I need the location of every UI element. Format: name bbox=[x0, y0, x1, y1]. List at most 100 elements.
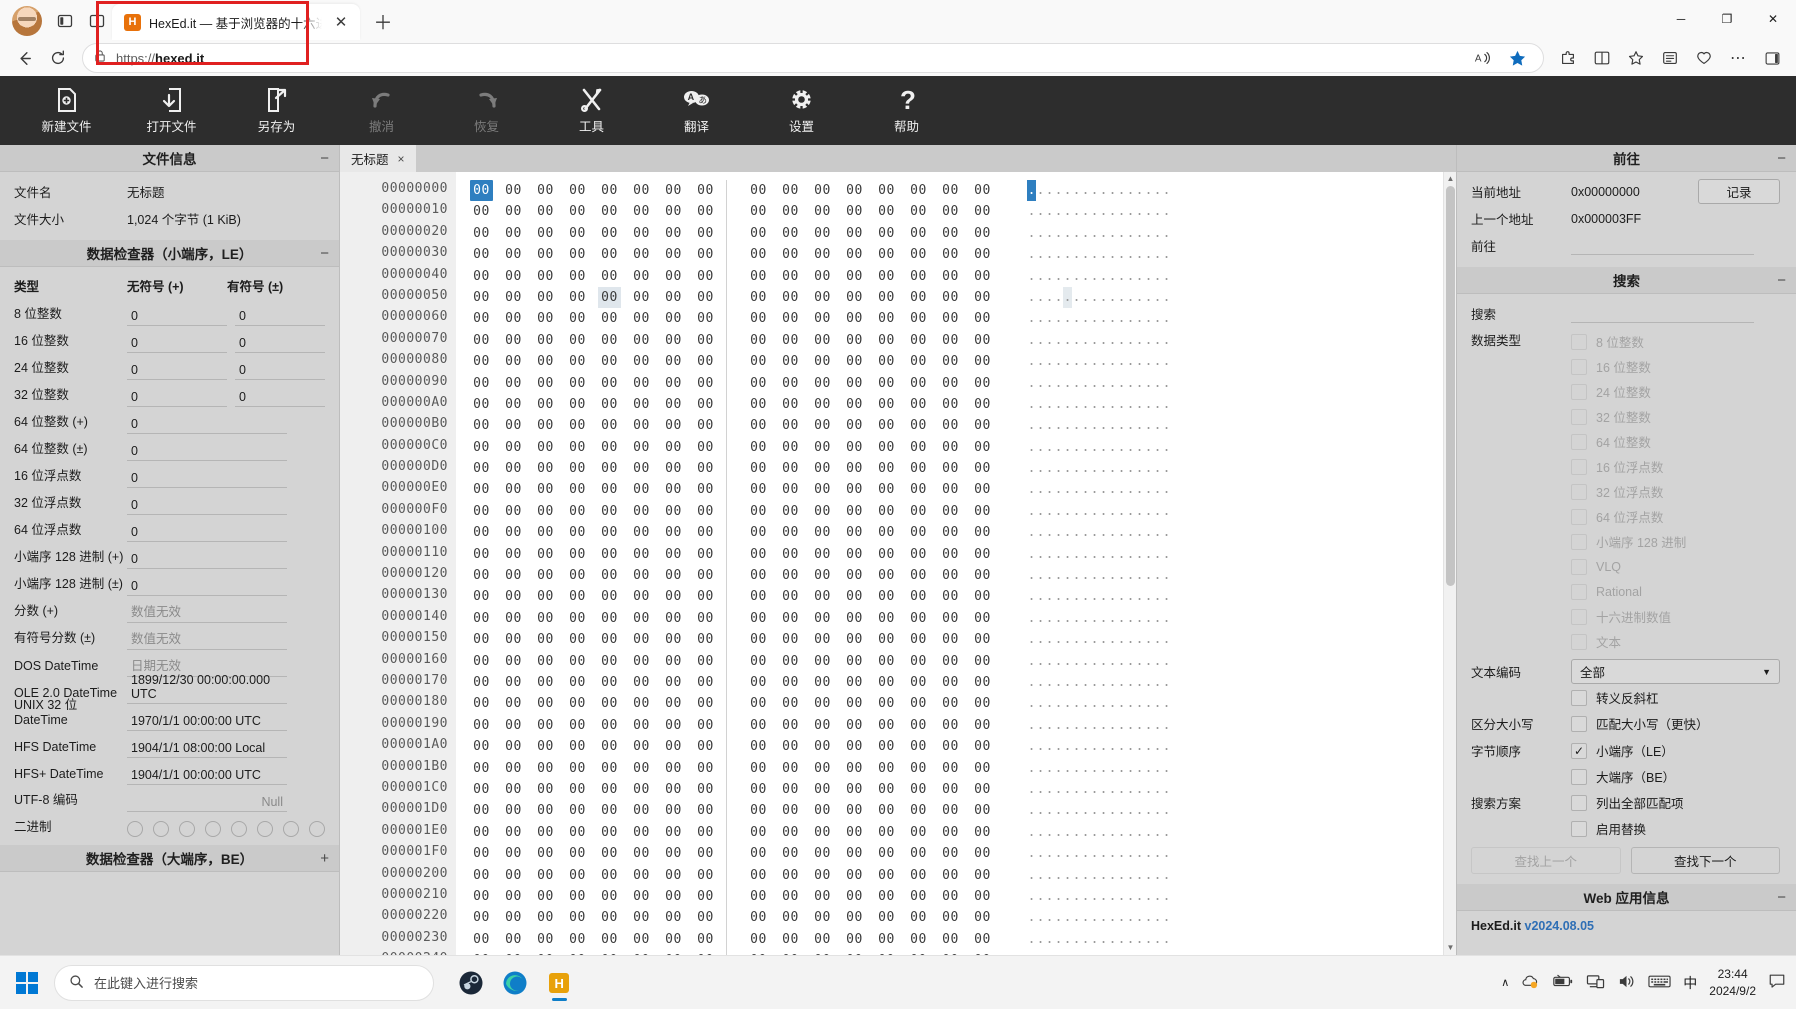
ascii-char[interactable]: . bbox=[1027, 929, 1036, 950]
hex-byte[interactable]: 00 bbox=[694, 458, 727, 479]
hex-byte[interactable]: 00 bbox=[598, 715, 621, 736]
hex-byte[interactable]: 00 bbox=[907, 287, 930, 308]
inspector-signed[interactable]: 0 bbox=[235, 309, 325, 326]
hex-byte[interactable]: 00 bbox=[662, 308, 685, 329]
hex-byte[interactable]: 00 bbox=[811, 223, 834, 244]
ascii-char[interactable]: . bbox=[1108, 865, 1117, 886]
hex-byte[interactable]: 00 bbox=[630, 287, 653, 308]
ascii-char[interactable]: . bbox=[1126, 522, 1135, 543]
toolbar-settings[interactable]: 设置 bbox=[749, 86, 854, 135]
ascii-char[interactable]: . bbox=[1090, 651, 1099, 672]
hex-byte[interactable]: 00 bbox=[662, 330, 685, 351]
ascii-char[interactable]: . bbox=[1054, 415, 1063, 436]
ascii-char[interactable]: . bbox=[1081, 394, 1090, 415]
ascii-char[interactable]: . bbox=[1036, 394, 1045, 415]
hex-byte[interactable]: 00 bbox=[662, 715, 685, 736]
ascii-char[interactable]: . bbox=[1126, 330, 1135, 351]
hex-byte[interactable]: 00 bbox=[779, 865, 802, 886]
inspector-value[interactable]: 数值无效 bbox=[127, 628, 287, 650]
ascii-char[interactable]: . bbox=[1135, 822, 1144, 843]
ascii-char[interactable]: . bbox=[1126, 565, 1135, 586]
ascii-char[interactable]: . bbox=[1045, 244, 1054, 265]
hex-byte[interactable]: 00 bbox=[811, 266, 834, 287]
hex-byte[interactable]: 00 bbox=[566, 800, 589, 821]
hex-byte[interactable]: 00 bbox=[747, 266, 770, 287]
inspector-value[interactable]: 0 bbox=[127, 444, 287, 461]
hex-byte[interactable]: 00 bbox=[630, 779, 653, 800]
hex-byte[interactable]: 00 bbox=[939, 693, 962, 714]
ascii-char[interactable]: . bbox=[1063, 373, 1072, 394]
hex-byte[interactable]: 00 bbox=[470, 672, 493, 693]
hex-byte[interactable]: 00 bbox=[694, 373, 727, 394]
hex-byte[interactable]: 00 bbox=[939, 886, 962, 907]
ascii-char[interactable]: . bbox=[1108, 779, 1117, 800]
network-icon[interactable] bbox=[1586, 973, 1605, 993]
ascii-char[interactable]: . bbox=[1027, 415, 1036, 436]
ascii-char[interactable]: . bbox=[1090, 287, 1099, 308]
hex-byte[interactable]: 00 bbox=[630, 244, 653, 265]
hex-byte[interactable]: 00 bbox=[875, 244, 898, 265]
hex-byte[interactable]: 00 bbox=[779, 351, 802, 372]
binary-bits[interactable] bbox=[127, 821, 339, 839]
hex-byte[interactable]: 00 bbox=[662, 651, 685, 672]
ascii-char[interactable]: . bbox=[1099, 415, 1108, 436]
hex-byte[interactable]: 00 bbox=[811, 244, 834, 265]
ascii-char[interactable]: . bbox=[1036, 779, 1045, 800]
hex-byte[interactable]: 00 bbox=[630, 394, 653, 415]
ascii-char[interactable]: . bbox=[1090, 351, 1099, 372]
hex-byte[interactable]: 00 bbox=[779, 415, 802, 436]
hex-byte[interactable]: 00 bbox=[566, 308, 589, 329]
ascii-char[interactable]: . bbox=[1081, 822, 1090, 843]
hex-byte-grid[interactable]: 0000000000000000000000000000000000000000… bbox=[456, 172, 1003, 955]
ascii-char[interactable]: . bbox=[1054, 223, 1063, 244]
hex-byte[interactable]: 00 bbox=[662, 693, 685, 714]
ascii-char[interactable]: . bbox=[1090, 244, 1099, 265]
ascii-char[interactable]: . bbox=[1072, 223, 1081, 244]
ascii-char[interactable]: . bbox=[1108, 715, 1117, 736]
hex-byte[interactable]: 00 bbox=[566, 929, 589, 950]
ascii-char[interactable]: . bbox=[1081, 180, 1090, 201]
ascii-char[interactable]: . bbox=[1162, 544, 1171, 565]
ascii-char[interactable]: . bbox=[1063, 651, 1072, 672]
hex-byte[interactable]: 00 bbox=[694, 843, 727, 864]
ascii-char[interactable]: . bbox=[1117, 907, 1126, 928]
hex-byte[interactable]: 00 bbox=[630, 715, 653, 736]
hex-byte[interactable]: 00 bbox=[630, 437, 653, 458]
ascii-char[interactable]: . bbox=[1126, 950, 1135, 955]
ascii-char[interactable]: . bbox=[1081, 501, 1090, 522]
ascii-char[interactable]: . bbox=[1108, 479, 1117, 500]
hex-byte[interactable]: 00 bbox=[907, 437, 930, 458]
hex-byte[interactable]: 00 bbox=[662, 266, 685, 287]
hex-byte[interactable]: 00 bbox=[747, 223, 770, 244]
hex-byte[interactable]: 00 bbox=[875, 415, 898, 436]
hex-byte[interactable]: 00 bbox=[843, 779, 866, 800]
hex-byte[interactable]: 00 bbox=[566, 201, 589, 222]
ascii-char[interactable]: . bbox=[1072, 950, 1081, 955]
hex-byte[interactable]: 00 bbox=[566, 394, 589, 415]
hex-byte[interactable]: 00 bbox=[598, 201, 621, 222]
ascii-char[interactable]: . bbox=[1090, 266, 1099, 287]
ascii-char[interactable]: . bbox=[1072, 629, 1081, 650]
hex-byte[interactable]: 00 bbox=[630, 565, 653, 586]
hex-byte[interactable]: 00 bbox=[843, 715, 866, 736]
hex-byte[interactable]: 00 bbox=[694, 779, 727, 800]
hex-byte[interactable]: 00 bbox=[694, 886, 727, 907]
hex-byte[interactable]: 00 bbox=[502, 544, 525, 565]
ascii-char[interactable]: . bbox=[1144, 565, 1153, 586]
ascii-char[interactable]: . bbox=[1153, 651, 1162, 672]
toolbar-redo[interactable]: 恢复 bbox=[434, 86, 539, 135]
hex-byte[interactable]: 00 bbox=[630, 544, 653, 565]
ascii-char[interactable]: . bbox=[1054, 907, 1063, 928]
hex-byte[interactable]: 00 bbox=[534, 800, 557, 821]
ascii-char[interactable]: . bbox=[1027, 907, 1036, 928]
ascii-char[interactable]: . bbox=[1108, 244, 1117, 265]
ascii-char[interactable]: . bbox=[1081, 865, 1090, 886]
ascii-char[interactable]: . bbox=[1090, 629, 1099, 650]
hex-byte[interactable]: 00 bbox=[694, 501, 727, 522]
hex-byte[interactable]: 00 bbox=[502, 800, 525, 821]
ascii-char[interactable]: . bbox=[1045, 437, 1054, 458]
scheme-replace-checkbox[interactable] bbox=[1571, 821, 1587, 837]
ascii-char[interactable]: . bbox=[1045, 180, 1054, 201]
ascii-char[interactable]: . bbox=[1153, 843, 1162, 864]
hex-byte[interactable]: 00 bbox=[566, 886, 589, 907]
